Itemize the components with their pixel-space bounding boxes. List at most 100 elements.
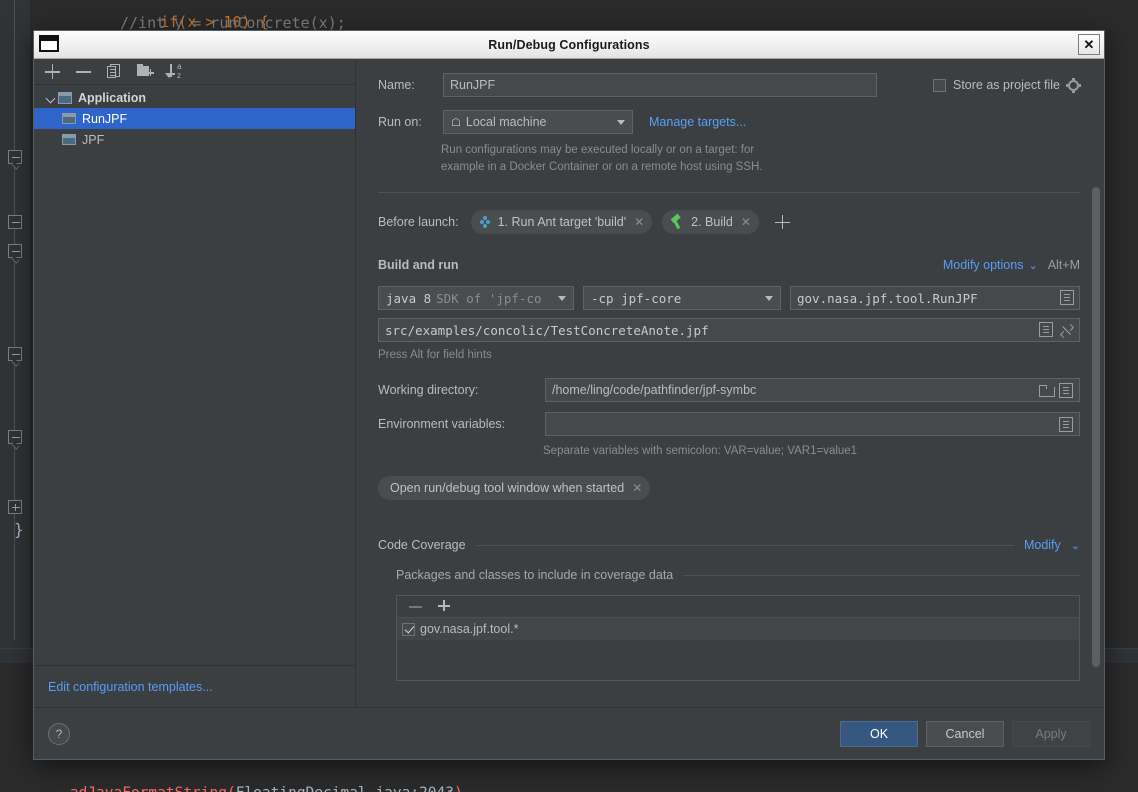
working-directory-label: Working directory: [378,383,545,397]
coverage-section: Packages and classes to include in cover… [378,568,1080,681]
jre-dropdown[interactable]: java 8 SDK of 'jpf-co [378,286,574,310]
close-icon[interactable]: ✕ [630,481,644,495]
console-stacktrace-line: adJavaFormatString(FloatingDecimal.java:… [0,769,463,792]
store-as-project-file-checkbox[interactable] [933,79,946,92]
store-as-project-file-label: Store as project file [953,78,1060,92]
document-icon[interactable] [1059,383,1073,398]
close-icon[interactable]: ✕ [1078,34,1100,55]
form-scrollbar[interactable] [1092,64,1100,702]
program-arguments-input[interactable]: src/examples/concolic/TestConcreteAnote.… [378,318,1080,342]
jre-value: java 8 [386,291,431,306]
apply-button: Apply [1012,721,1090,747]
jre-value-detail: SDK of 'jpf-co [436,291,541,306]
open-tool-window-chip[interactable]: Open run/debug tool window when started … [378,476,650,500]
application-icon [58,92,72,104]
tree-item-jpf[interactable]: JPF [34,129,355,150]
document-icon[interactable] [1059,417,1073,432]
stacktrace-file-link[interactable]: FloatingDecimal.java:2043 [236,785,454,792]
code-coverage-title: Code Coverage [378,538,466,552]
fold-marker-collapse-icon[interactable] [8,244,22,258]
application-icon [62,134,76,145]
run-debug-configurations-dialog: Run/Debug Configurations ✕ az [33,30,1105,760]
fold-marker-collapse-icon[interactable] [8,430,22,444]
open-tool-window-row: Open run/debug tool window when started … [378,476,1080,500]
coverage-list-box: gov.nasa.jpf.tool.* [396,595,1080,681]
coverage-list-empty-area[interactable] [397,640,1079,680]
before-launch-task-ant[interactable]: 1. Run Ant target 'build' ✕ [471,210,653,234]
manage-targets-link[interactable]: Manage targets... [649,115,746,129]
run-on-target-value: Local machine [466,115,547,129]
plus-icon[interactable] [438,600,451,613]
before-launch-task-label: 2. Build [691,215,733,229]
chevron-down-icon[interactable]: ⌄ [1028,259,1037,272]
run-on-hint-line-1: Run configurations may be executed local… [441,142,1080,159]
run-on-row: Run on: ☖ Local machine Manage targets..… [378,110,1080,134]
name-label: Name: [378,78,443,92]
minus-icon [409,600,422,613]
home-icon: ☖ [451,116,461,129]
close-icon[interactable]: ✕ [632,215,646,229]
close-icon[interactable]: ✕ [739,215,753,229]
environment-variables-label: Environment variables: [378,417,545,431]
document-icon[interactable] [1060,290,1074,305]
name-input[interactable]: RunJPF [443,73,877,97]
dialog-footer: ? OK Cancel Apply [34,707,1104,759]
folder-add-icon[interactable] [137,63,154,80]
fold-marker-collapse-icon[interactable] [8,347,22,361]
fold-marker-collapse-icon[interactable] [8,150,22,164]
program-arguments-value: src/examples/concolic/TestConcreteAnote.… [385,323,709,338]
gear-icon[interactable] [1067,79,1080,92]
chevron-down-icon[interactable] [765,296,773,301]
editor-gutter[interactable] [0,0,30,648]
chevron-down-icon[interactable] [617,120,625,125]
chevron-down-icon[interactable] [558,296,566,301]
sort-alpha-icon[interactable]: az [168,63,185,80]
ok-button[interactable]: OK [840,721,918,747]
vm-options-dropdown[interactable]: -cp jpf-core [583,286,781,310]
build-run-fields-row: java 8 SDK of 'jpf-co -cp jpf-core gov.n… [378,286,1080,310]
chevron-down-icon[interactable]: ⌄ [1071,539,1080,552]
tree-item-runjpf[interactable]: RunJPF [34,108,355,129]
tree-group-label: Application [78,91,146,105]
help-button[interactable]: ? [48,723,70,745]
fold-marker-expand-icon[interactable] [8,500,22,514]
copy-icon[interactable] [106,63,123,80]
tree-group-application[interactable]: Application [34,87,355,108]
chevron-down-icon[interactable] [44,91,58,105]
gutter-guide-line [14,0,15,640]
application-icon [62,113,76,124]
working-directory-input[interactable]: /home/ling/code/pathfinder/jpf-symbc [545,378,1080,402]
before-launch-label: Before launch: [378,215,459,229]
cancel-button[interactable]: Cancel [926,721,1004,747]
before-launch-task-build[interactable]: 2. Build ✕ [662,210,759,234]
minus-icon[interactable] [75,63,92,80]
run-on-hint: Run configurations may be executed local… [441,142,1080,176]
modify-options-shortcut: Alt+M [1048,258,1080,272]
folder-icon[interactable] [1039,385,1053,396]
modify-options-link[interactable]: Modify options [943,258,1024,272]
edit-configuration-templates-link[interactable]: Edit configuration templates... [48,680,213,694]
configuration-form: Name: RunJPF Store as project file [356,59,1104,681]
environment-variables-input[interactable] [545,412,1080,436]
expand-icon[interactable] [1060,324,1073,337]
coverage-list-toolbar [397,596,1079,618]
run-on-target-dropdown[interactable]: ☖ Local machine [443,110,633,134]
coverage-item-checkbox[interactable] [402,623,415,636]
field-hints-text: Press Alt for field hints [378,349,1080,361]
main-class-input[interactable]: gov.nasa.jpf.tool.RunJPF [790,286,1080,310]
dialog-body: az Application RunJPF [34,59,1104,707]
add-before-launch-task-button[interactable] [775,215,790,230]
form-scrollbar-thumb[interactable] [1092,187,1100,667]
plus-icon[interactable] [44,63,61,80]
coverage-list-item[interactable]: gov.nasa.jpf.tool.* [397,618,1079,640]
document-icon[interactable] [1039,322,1053,337]
code-coverage-header: Code Coverage Modify ⌄ [378,538,1080,552]
working-directory-row: Working directory: /home/ling/code/pathf… [378,378,1080,402]
configurations-tree[interactable]: Application RunJPF JPF [34,85,355,665]
fold-marker-icon[interactable] [8,215,22,229]
working-directory-value: /home/ling/code/pathfinder/jpf-symbc [552,383,756,397]
coverage-item-label: gov.nasa.jpf.tool.* [420,622,518,636]
code-coverage-modify-link[interactable]: Modify [1024,538,1061,552]
dialog-titlebar[interactable]: Run/Debug Configurations ✕ [34,31,1104,59]
main-class-value: gov.nasa.jpf.tool.RunJPF [797,291,978,306]
